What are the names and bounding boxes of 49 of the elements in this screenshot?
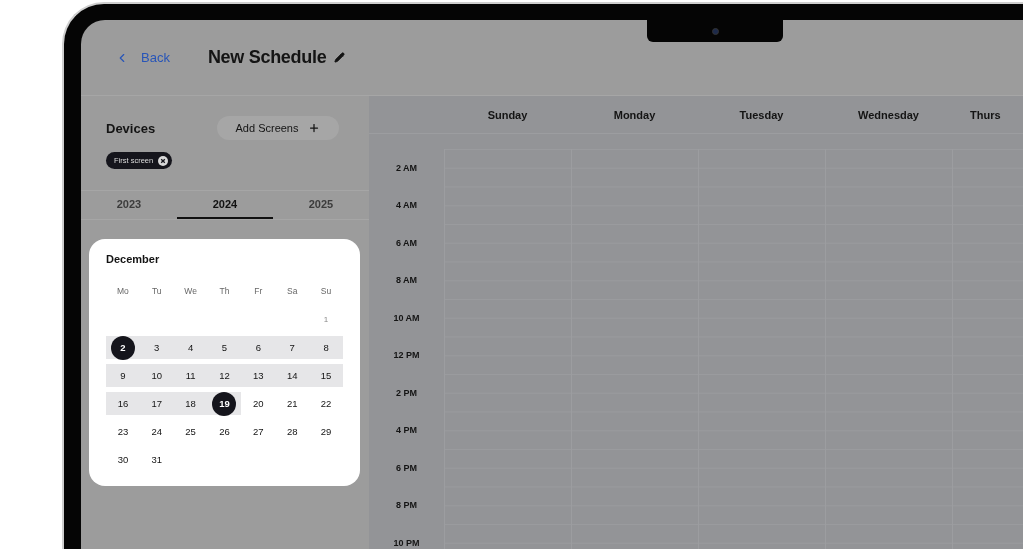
time-label: 4 AM: [394, 199, 419, 213]
time-label: 10 PM: [392, 536, 421, 549]
weekday-label: Th: [218, 286, 231, 296]
time-label: 6 PM: [395, 461, 418, 475]
year-tab[interactable]: 2025: [273, 191, 369, 219]
day-column-header: Thurs: [969, 108, 1002, 121]
calendar-day[interactable]: 1: [314, 307, 339, 332]
calendar-day[interactable]: 30: [110, 447, 135, 472]
time-label: 6 AM: [394, 236, 419, 250]
calendar-day[interactable]: 23: [110, 419, 135, 444]
weekday-label: Fr: [253, 286, 264, 296]
calendar-day[interactable]: 27: [246, 419, 271, 444]
weekday-label: Mo: [116, 286, 130, 296]
time-label: 8 AM: [394, 274, 419, 288]
year-tab[interactable]: 2024: [177, 191, 273, 219]
calendar-day[interactable]: 21: [280, 391, 305, 416]
calendar-day[interactable]: 22: [314, 391, 339, 416]
close-icon[interactable]: [158, 155, 169, 166]
camera-icon: [711, 27, 719, 35]
time-label: 2 PM: [395, 386, 418, 400]
day-column-header: Wednesday: [857, 108, 920, 121]
pencil-icon[interactable]: [334, 52, 346, 63]
calendar-day[interactable]: 20: [246, 391, 271, 416]
plus-icon: [308, 122, 321, 134]
calendar-day[interactable]: 25: [178, 419, 203, 444]
calendar-day[interactable]: 2: [110, 335, 135, 360]
time-label: 12 PM: [392, 349, 421, 363]
year-tab[interactable]: 2023: [81, 191, 177, 219]
calendar-day[interactable]: 24: [144, 419, 169, 444]
day-column-header: Tuesday: [738, 108, 785, 121]
weekday-label: Sa: [286, 286, 299, 296]
time-label: 4 PM: [395, 424, 418, 438]
calendar-day[interactable]: 29: [314, 419, 339, 444]
day-column-header: Monday: [612, 108, 657, 121]
add-screens-button[interactable]: Add Screens: [217, 116, 339, 140]
devices-heading: Devices: [106, 120, 156, 136]
time-label: 10 AM: [392, 311, 421, 325]
schedule-title: New Schedule: [207, 47, 327, 68]
calendar-day[interactable]: 19: [212, 391, 237, 416]
month-title: December: [106, 253, 161, 265]
calendar-day[interactable]: 31: [144, 447, 169, 472]
time-label: 8 PM: [395, 499, 418, 513]
calendar-day[interactable]: 28: [280, 419, 305, 444]
day-column-header: Sunday: [486, 108, 529, 121]
weekday-label: Tu: [150, 286, 163, 296]
time-label: 2 AM: [394, 161, 419, 175]
weekday-label: Su: [319, 286, 333, 296]
weekday-label: We: [183, 286, 198, 296]
calendar-day[interactable]: 26: [212, 419, 237, 444]
